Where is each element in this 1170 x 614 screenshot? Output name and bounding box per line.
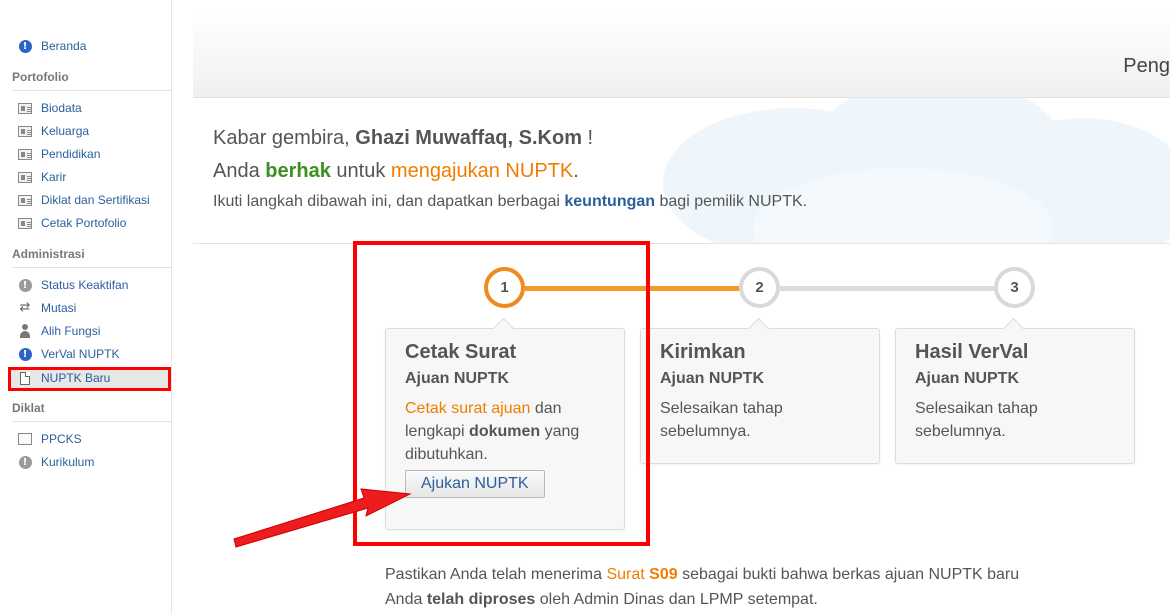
- step-3-card: Hasil VerVal Ajuan NUPTK Selesaikan taha…: [895, 328, 1135, 464]
- id-card-icon: [18, 170, 32, 184]
- text-segment: bagi pemilik NUPTK.: [655, 193, 808, 210]
- step-2-card: Kirimkan Ajuan NUPTK Selesaikan tahap se…: [640, 328, 880, 464]
- step-3-circle: 3: [994, 267, 1035, 308]
- text-segment-bold: dokumen: [469, 423, 541, 440]
- sidebar-item-label: Diklat dan Sertifikasi: [41, 193, 150, 207]
- section-title-administrasi: Administrasi: [12, 247, 172, 268]
- sidebar-item-label: Biodata: [41, 101, 82, 115]
- sidebar-item-beranda[interactable]: ! Beranda: [8, 36, 172, 56]
- step-description: Selesaikan tahap sebelumnya.: [915, 400, 1038, 440]
- ajukan-nuptk-button[interactable]: Ajukan NUPTK: [405, 470, 545, 498]
- arrow-shape: [233, 488, 412, 548]
- greeting-prefix: Kabar gembira,: [213, 127, 356, 149]
- sidebar-item-diklat-sertifikasi[interactable]: Diklat dan Sertifikasi: [8, 190, 172, 210]
- info-icon: !: [18, 278, 32, 292]
- sidebar-item-ppcks[interactable]: PPCKS: [8, 429, 172, 449]
- eligibility-text: Anda berhak untuk mengajukan NUPTK.: [213, 160, 579, 183]
- id-card-icon: [18, 216, 32, 230]
- text-segment: sebagai bukti bahwa berkas ajuan NUPTK b…: [677, 566, 1020, 583]
- page-title: Peng: [1123, 55, 1170, 77]
- eligible-highlight: berhak: [265, 160, 331, 182]
- step-description: Selesaikan tahap sebelumnya.: [660, 400, 783, 440]
- section-title-portofolio: Portofolio: [12, 70, 172, 91]
- id-card-icon: [18, 101, 32, 115]
- text-segment-bold: telah diproses: [426, 591, 536, 608]
- note-line-2: Anda telah diproses oleh Admin Dinas dan…: [385, 587, 1019, 612]
- step-number: 3: [1010, 279, 1019, 296]
- note-line-1: Pastikan Anda telah menerima Surat S09 s…: [385, 562, 1019, 587]
- text-segment: oleh Admin Dinas dan LPMP setempat.: [535, 591, 818, 608]
- sidebar-item-karir[interactable]: Karir: [8, 167, 172, 187]
- sidebar: ! Beranda Portofolio Biodata Keluarga Pe…: [0, 0, 172, 614]
- step-subtitle: Ajuan NUPTK: [915, 370, 1019, 387]
- sidebar-item-nuptk-baru[interactable]: NUPTK Baru: [8, 368, 172, 388]
- footer-note: Pastikan Anda telah menerima Surat S09 s…: [385, 562, 1019, 612]
- print-letter-link[interactable]: Cetak surat ajuan: [405, 400, 530, 417]
- sidebar-item-label: Mutasi: [41, 301, 77, 315]
- chart-icon: [18, 432, 32, 446]
- sidebar-item-mutasi[interactable]: ⇄ Mutasi: [8, 298, 172, 318]
- sidebar-item-alih-fungsi[interactable]: Alih Fungsi: [8, 321, 172, 341]
- user-icon: [18, 324, 32, 338]
- text-segment: untuk: [330, 160, 391, 182]
- sidebar-item-biodata[interactable]: Biodata: [8, 98, 172, 118]
- step-number: 2: [755, 279, 764, 296]
- benefits-link[interactable]: keuntungan: [564, 193, 655, 210]
- step-subtitle: Ajuan NUPTK: [405, 370, 509, 387]
- sidebar-item-pendidikan[interactable]: Pendidikan: [8, 144, 172, 164]
- sidebar-item-label: Alih Fungsi: [41, 324, 101, 338]
- info-icon: !: [18, 39, 32, 53]
- step-1-circle: 1: [484, 267, 525, 308]
- id-card-icon: [18, 124, 32, 138]
- swap-icon: ⇄: [19, 300, 31, 315]
- sidebar-item-label: Cetak Portofolio: [41, 216, 127, 230]
- text-segment: Pastikan Anda telah menerima: [385, 566, 607, 583]
- text-segment: Anda: [385, 591, 427, 608]
- sidebar-item-label: Pendidikan: [41, 147, 101, 161]
- step-title: Hasil VerVal: [915, 341, 1029, 363]
- sidebar-item-kurikulum[interactable]: ! Kurikulum: [8, 452, 172, 472]
- sidebar-item-label: Karir: [41, 170, 67, 184]
- hero-section: Kabar gembira, Ghazi Muwaffaq, S.Kom ! A…: [193, 98, 1170, 244]
- instruction-text: Ikuti langkah dibawah ini, dan dapatkan …: [213, 193, 807, 211]
- progress-line-inactive: [780, 286, 1010, 291]
- greeting-suffix: !: [581, 127, 594, 149]
- step-description: Cetak surat ajuan dan lengkapi dokumen y…: [405, 397, 605, 466]
- sidebar-item-cetak-portofolio[interactable]: Cetak Portofolio: [8, 213, 172, 233]
- progress-line-active: [525, 286, 755, 291]
- sidebar-item-keluarga[interactable]: Keluarga: [8, 121, 172, 141]
- text-segment: .: [573, 160, 579, 182]
- id-card-icon: [18, 147, 32, 161]
- sidebar-item-verval-nuptk[interactable]: ! VerVal NUPTK: [8, 344, 172, 364]
- step-subtitle: Ajuan NUPTK: [660, 370, 764, 387]
- sidebar-item-label: Kurikulum: [41, 455, 95, 469]
- info-icon: !: [18, 455, 32, 469]
- sidebar-item-label: Status Keaktifan: [41, 278, 129, 292]
- step-2-circle: 2: [739, 267, 780, 308]
- section-title-diklat: Diklat: [12, 401, 172, 422]
- sidebar-item-label: PPCKS: [41, 432, 82, 446]
- step-1-card: Cetak Surat Ajuan NUPTK Cetak surat ajua…: [385, 328, 625, 530]
- greeting-heading: Kabar gembira, Ghazi Muwaffaq, S.Kom !: [213, 127, 593, 150]
- s09-highlight: S09: [649, 566, 678, 583]
- page-header: Peng: [193, 10, 1170, 98]
- sidebar-item-label: VerVal NUPTK: [41, 347, 120, 361]
- nuptk-highlight: mengajukan NUPTK: [390, 160, 574, 182]
- step-number: 1: [500, 279, 509, 296]
- user-name: Ghazi Muwaffaq, S.Kom: [355, 127, 582, 149]
- text-segment: Anda: [213, 160, 266, 182]
- sidebar-item-label: NUPTK Baru: [41, 371, 111, 385]
- text-segment: Ikuti langkah dibawah ini, dan dapatkan …: [213, 193, 565, 210]
- id-card-icon: [18, 193, 32, 207]
- step-title: Kirimkan: [660, 341, 746, 363]
- step-title: Cetak Surat: [405, 341, 517, 363]
- sidebar-item-status-keaktifan[interactable]: ! Status Keaktifan: [8, 275, 172, 295]
- document-icon: [18, 371, 32, 385]
- info-icon: !: [18, 347, 32, 361]
- sidebar-item-label: Keluarga: [41, 124, 90, 138]
- sidebar-item-label: Beranda: [41, 39, 87, 53]
- text-segment: Surat: [606, 566, 650, 583]
